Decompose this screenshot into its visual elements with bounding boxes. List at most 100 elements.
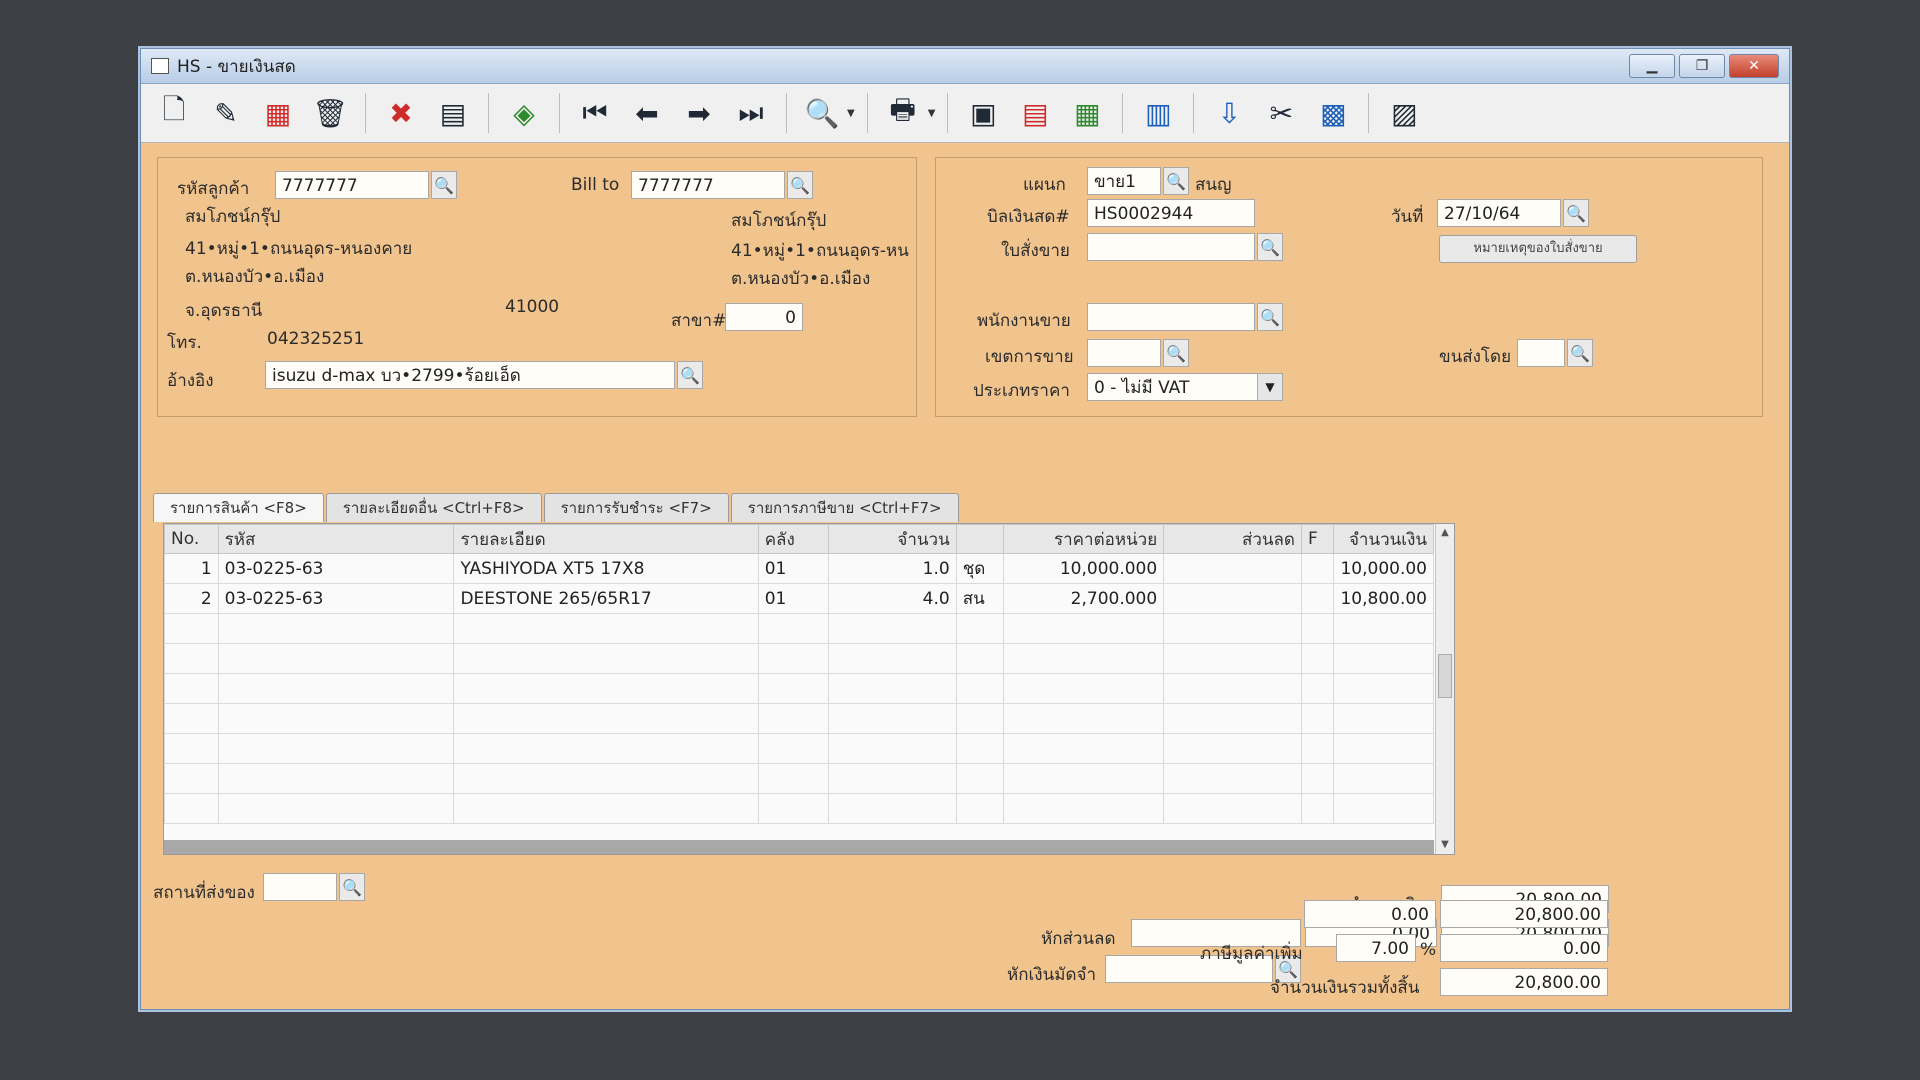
ship-place-input[interactable] bbox=[263, 873, 337, 901]
confirm-icon[interactable]: ▩ bbox=[1310, 90, 1356, 136]
row-unit-price[interactable]: 2,700.000 bbox=[1003, 583, 1165, 614]
row-flag[interactable] bbox=[1300, 553, 1335, 584]
search-icon[interactable]: 🔍 bbox=[339, 873, 365, 901]
col-description[interactable]: รายละเอียด bbox=[453, 524, 759, 554]
customer-code-input[interactable]: 7777777 bbox=[275, 171, 429, 199]
row-description[interactable]: YASHIYODA XT5 17X8 bbox=[453, 553, 759, 584]
previous-record-icon[interactable]: ⬅ bbox=[624, 90, 670, 136]
calendar-icon[interactable]: 🔍 bbox=[1563, 199, 1589, 227]
col-warehouse[interactable]: คลัง bbox=[757, 524, 829, 554]
last-record-icon[interactable]: ⏭ bbox=[728, 90, 774, 136]
reference-input[interactable]: isuzu d-max บว•2799•ร้อยเอ็ด bbox=[265, 361, 675, 389]
bill-to-input[interactable]: 7777777 bbox=[631, 171, 785, 199]
col-unit-price[interactable]: ราคาต่อหน่วย bbox=[1003, 524, 1165, 554]
next-record-icon[interactable]: ➡ bbox=[676, 90, 722, 136]
refund-icon[interactable]: ▥ bbox=[1135, 90, 1181, 136]
print-icon[interactable]: 🖶 bbox=[880, 90, 926, 136]
search-icon[interactable]: 🔍 bbox=[1257, 233, 1283, 261]
import-icon[interactable]: ▨ bbox=[1381, 90, 1427, 136]
close-button[interactable]: ✕ bbox=[1729, 54, 1779, 78]
sales-order-input[interactable] bbox=[1087, 233, 1255, 261]
row-quantity[interactable]: 1.0 bbox=[827, 553, 957, 584]
row-description[interactable]: DEESTONE 265/65R17 bbox=[453, 583, 759, 614]
search-icon[interactable]: 🔍 bbox=[1257, 303, 1283, 331]
new-document-icon[interactable]: 🗋 bbox=[151, 90, 197, 136]
maximize-button[interactable]: ❐ bbox=[1679, 54, 1725, 78]
col-code[interactable]: รหัส bbox=[217, 524, 455, 554]
deposit-amount-input[interactable]: 0.00 bbox=[1304, 900, 1436, 928]
cash-bill-number-input[interactable]: HS0002944 bbox=[1087, 199, 1255, 227]
col-quantity[interactable]: จำนวน bbox=[827, 524, 957, 554]
approve-icon[interactable]: ⇩ bbox=[1206, 90, 1252, 136]
search-icon[interactable]: 🔍 bbox=[677, 361, 703, 389]
col-discount[interactable]: ส่วนลด bbox=[1163, 524, 1302, 554]
row-unit[interactable]: ชุด bbox=[955, 553, 1005, 584]
col-flag[interactable]: F bbox=[1300, 524, 1335, 554]
tab-items[interactable]: รายการสินค้า <F8> bbox=[153, 493, 324, 522]
title-bar[interactable]: HS - ขายเงินสด ▁ ❐ ✕ bbox=[141, 49, 1789, 84]
row-discount[interactable] bbox=[1163, 553, 1302, 584]
search-icon[interactable]: 🔍 bbox=[787, 171, 813, 199]
horizontal-scrollbar[interactable] bbox=[164, 840, 1434, 854]
row-warehouse[interactable]: 01 bbox=[757, 583, 829, 614]
cancel-icon[interactable]: ✖ bbox=[378, 90, 424, 136]
save-icon[interactable]: ▤ bbox=[430, 90, 476, 136]
search-icon[interactable]: 🔍 bbox=[1163, 339, 1189, 367]
search-document-icon[interactable]: 🔍 bbox=[799, 90, 845, 136]
trash-icon[interactable]: 🗑 bbox=[307, 90, 353, 136]
empty-row[interactable] bbox=[164, 673, 1434, 704]
tools-icon[interactable]: ✂ bbox=[1258, 90, 1304, 136]
first-record-icon[interactable]: ⏮ bbox=[572, 90, 618, 136]
table-row[interactable]: 2 03-0225-63 DEESTONE 265/65R17 01 4.0 ส… bbox=[164, 583, 1434, 614]
date-input[interactable]: 27/10/64 bbox=[1437, 199, 1561, 227]
vertical-scrollbar[interactable]: ▲ ▼ bbox=[1435, 524, 1454, 854]
calculator-icon[interactable]: ▦ bbox=[1064, 90, 1110, 136]
report-icon[interactable]: ▤ bbox=[1012, 90, 1058, 136]
vat-rate-input[interactable]: 7.00 bbox=[1336, 934, 1416, 962]
row-amount[interactable]: 10,000.00 bbox=[1333, 553, 1434, 584]
chevron-up-icon[interactable]: ▲ bbox=[1436, 524, 1454, 542]
chevron-down-icon[interactable]: ▼ bbox=[1436, 836, 1454, 854]
branch-input[interactable]: 0 bbox=[725, 303, 803, 331]
department-input[interactable]: ขาย1 bbox=[1087, 167, 1161, 195]
row-warehouse[interactable]: 01 bbox=[757, 553, 829, 584]
copy-icon[interactable]: ◈ bbox=[501, 90, 547, 136]
scrollbar-thumb[interactable] bbox=[1438, 654, 1452, 698]
price-type-select[interactable]: 0 - ไม่มี VAT ▼ bbox=[1087, 373, 1283, 401]
row-flag[interactable] bbox=[1300, 583, 1335, 614]
col-no[interactable]: No. bbox=[164, 524, 219, 554]
salesman-input[interactable] bbox=[1087, 303, 1255, 331]
col-amount[interactable]: จำนวนเงิน bbox=[1333, 524, 1434, 554]
row-unit-price[interactable]: 10,000.000 bbox=[1003, 553, 1165, 584]
row-quantity[interactable]: 4.0 bbox=[827, 583, 957, 614]
row-no[interactable]: 1 bbox=[164, 553, 219, 584]
chevron-down-icon[interactable]: ▼ bbox=[1257, 374, 1282, 400]
col-unit[interactable] bbox=[955, 524, 1005, 554]
tab-sales-tax[interactable]: รายการภาษีขาย <Ctrl+F7> bbox=[730, 493, 959, 522]
empty-row[interactable] bbox=[164, 763, 1434, 794]
empty-row[interactable] bbox=[164, 703, 1434, 734]
table-row[interactable]: 1 03-0225-63 YASHIYODA XT5 17X8 01 1.0 ช… bbox=[164, 553, 1434, 584]
row-discount[interactable] bbox=[1163, 583, 1302, 614]
sales-order-note-button[interactable]: หมายเหตุของใบสั่งขาย bbox=[1439, 235, 1637, 263]
row-unit[interactable]: สน bbox=[955, 583, 1005, 614]
row-code[interactable]: 03-0225-63 bbox=[217, 553, 455, 584]
chevron-down-icon[interactable]: ▼ bbox=[928, 108, 936, 119]
shipping-input[interactable] bbox=[1517, 339, 1565, 367]
search-icon[interactable]: 🔍 bbox=[1567, 339, 1593, 367]
search-icon[interactable]: 🔍 bbox=[1163, 167, 1189, 195]
void-icon[interactable]: ▦ bbox=[255, 90, 301, 136]
empty-row[interactable] bbox=[164, 733, 1434, 764]
tab-payments[interactable]: รายการรับชำระ <F7> bbox=[543, 493, 729, 522]
tab-other-details[interactable]: รายละเอียดอื่น <Ctrl+F8> bbox=[325, 493, 542, 522]
minimize-button[interactable]: ▁ bbox=[1629, 54, 1675, 78]
row-code[interactable]: 03-0225-63 bbox=[217, 583, 455, 614]
report-icon[interactable]: ▣ bbox=[960, 90, 1006, 136]
row-no[interactable]: 2 bbox=[164, 583, 219, 614]
row-amount[interactable]: 10,800.00 bbox=[1333, 583, 1434, 614]
empty-row[interactable] bbox=[164, 613, 1434, 644]
empty-row[interactable] bbox=[164, 643, 1434, 674]
search-icon[interactable]: 🔍 bbox=[431, 171, 457, 199]
sales-area-input[interactable] bbox=[1087, 339, 1161, 367]
edit-icon[interactable]: ✎ bbox=[203, 90, 249, 136]
